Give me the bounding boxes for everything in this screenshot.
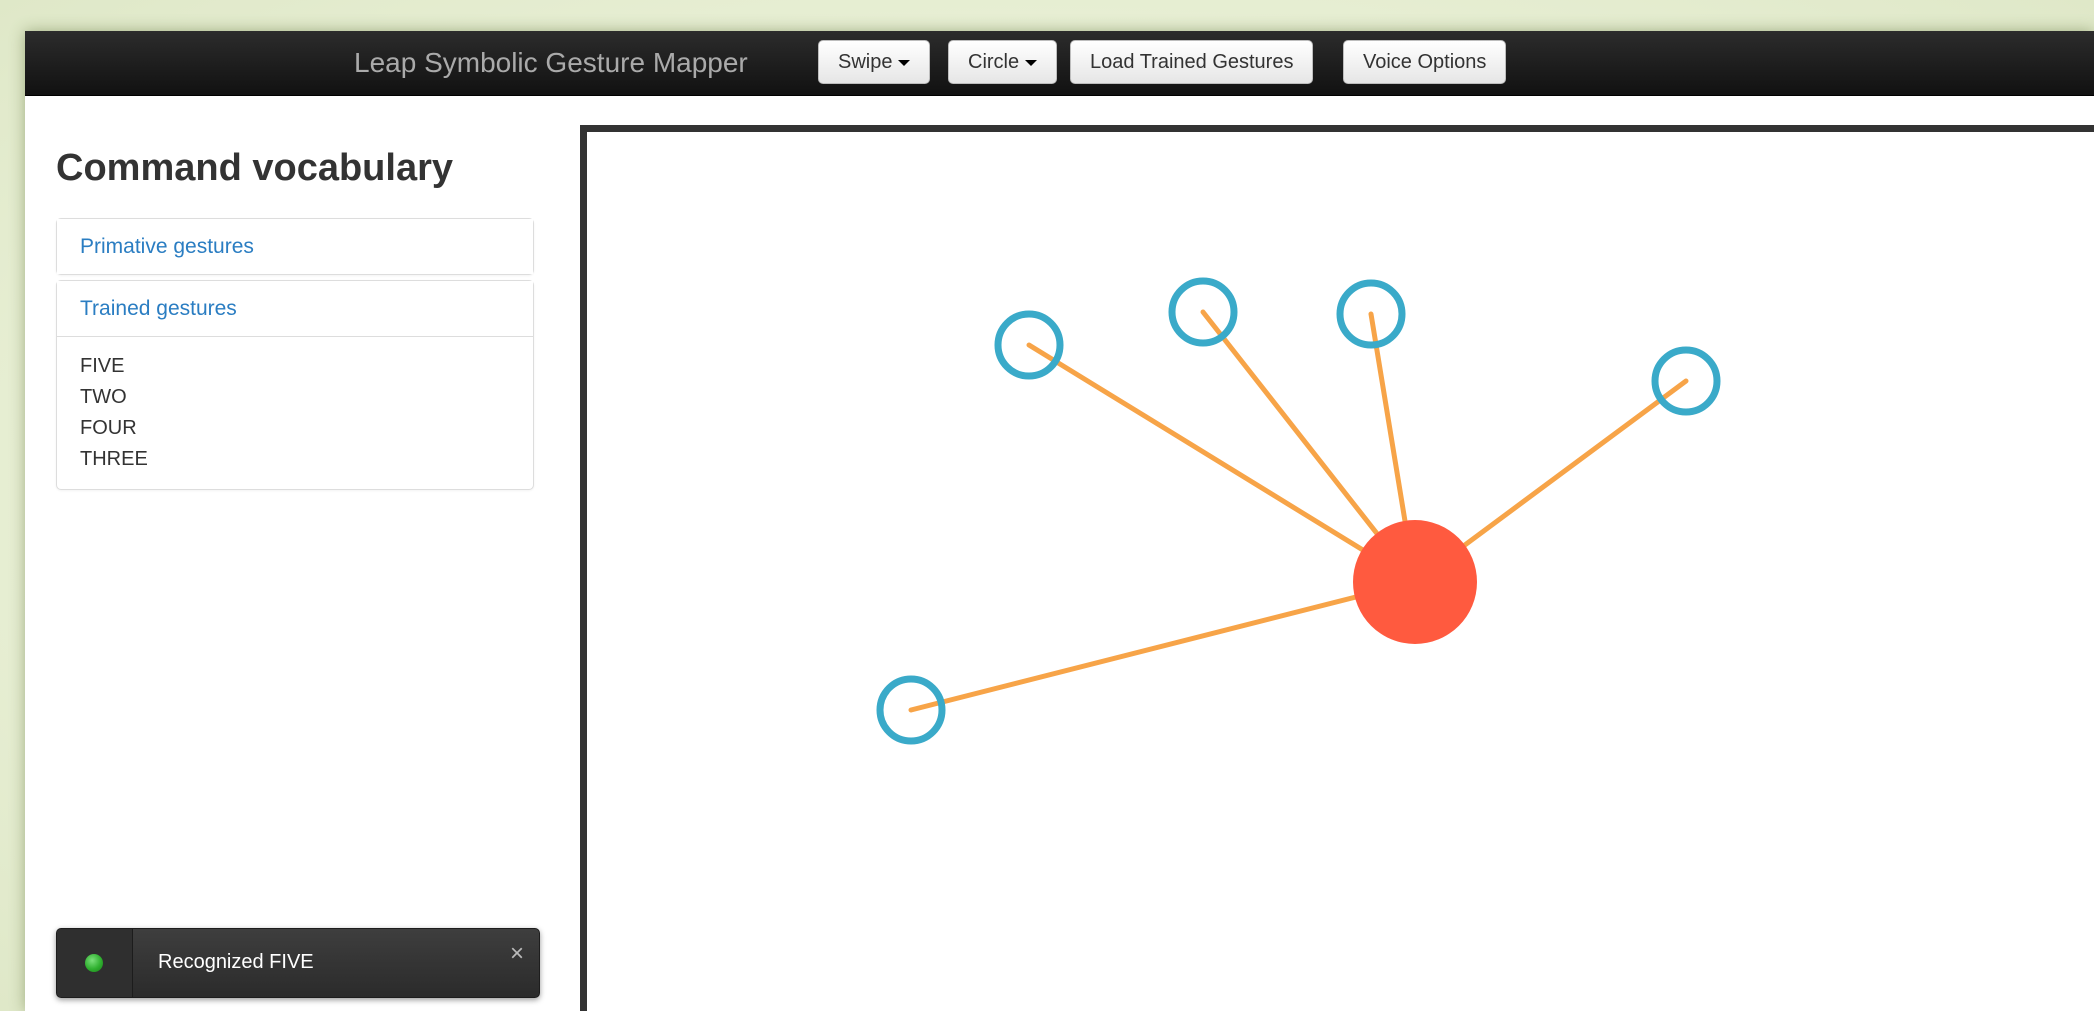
gesture-item-three: THREE <box>80 448 148 470</box>
palm-marker <box>1353 520 1477 644</box>
finger-bone-thumb <box>908 579 1418 713</box>
circle-button-label: Circle <box>968 51 1020 73</box>
recognition-notification: Recognized FIVE × <box>56 928 540 998</box>
chevron-down-icon <box>898 59 911 66</box>
finger-bones <box>908 309 1689 713</box>
status-indicator-box <box>57 929 133 997</box>
trained-gestures-panel: Trained gestures FIVE TWO FOUR THREE <box>56 280 534 490</box>
load-trained-gestures-button[interactable]: Load Trained Gestures <box>1070 40 1314 84</box>
app-brand[interactable]: Leap Symbolic Gesture Mapper <box>354 47 748 79</box>
circle-dropdown-button[interactable]: Circle <box>948 40 1058 84</box>
notification-message: Recognized FIVE <box>158 951 314 973</box>
swipe-button-label: Swipe <box>838 51 893 73</box>
swipe-dropdown-button[interactable]: Swipe <box>818 40 931 84</box>
sidebar-title: Command vocabulary <box>56 147 453 189</box>
app-window: Leap Symbolic Gesture Mapper Swipe Circl… <box>25 31 2094 1011</box>
primitive-gestures-panel: Primative gestures <box>56 218 534 275</box>
hand-visualization-canvas[interactable] <box>580 125 2094 1011</box>
finger-bone-index <box>1026 342 1418 585</box>
hand-skeleton-graphic <box>876 277 1721 745</box>
voice-options-button[interactable]: Voice Options <box>1343 40 1507 84</box>
gesture-item-five: FIVE <box>80 355 125 377</box>
primitive-gestures-toggle[interactable]: Primative gestures <box>57 219 533 274</box>
status-dot-icon <box>85 954 103 972</box>
voice-button-label: Voice Options <box>1363 51 1487 73</box>
gesture-item-two: TWO <box>80 386 127 408</box>
close-icon[interactable]: × <box>510 942 524 966</box>
chevron-down-icon <box>1025 59 1038 66</box>
gesture-item-four: FOUR <box>80 417 137 439</box>
trained-gestures-list: FIVE TWO FOUR THREE <box>57 336 533 489</box>
trained-gestures-toggle[interactable]: Trained gestures <box>57 281 533 336</box>
load-button-label: Load Trained Gestures <box>1090 51 1294 73</box>
navbar: Leap Symbolic Gesture Mapper Swipe Circl… <box>25 31 2094 96</box>
